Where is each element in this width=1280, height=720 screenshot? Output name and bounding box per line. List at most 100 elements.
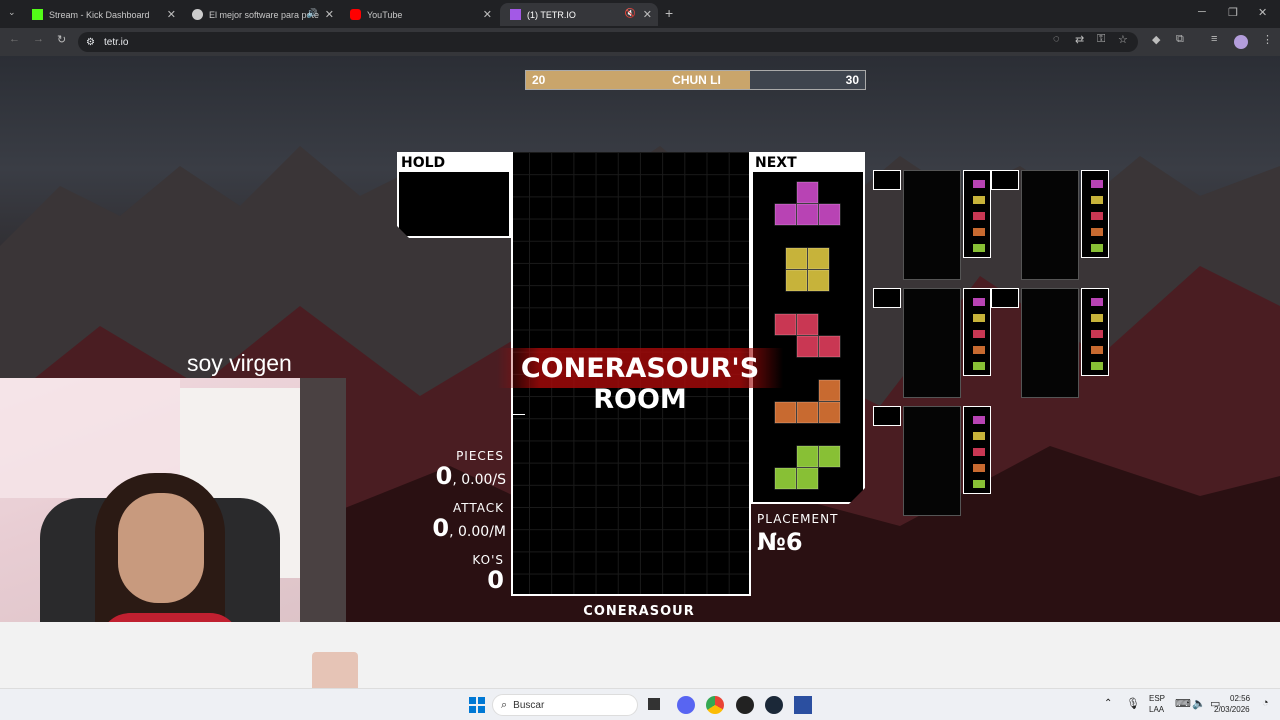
- network-icon[interactable]: ⌨: [1175, 697, 1191, 710]
- tab-title: YouTube: [367, 9, 403, 20]
- versus-opponent-name: CHUN LI: [672, 73, 721, 87]
- profile-avatar[interactable]: [1234, 35, 1248, 49]
- extension-diamond-icon[interactable]: ◆: [1152, 33, 1160, 46]
- youtube-icon: [350, 9, 361, 20]
- software-icon: [192, 9, 203, 20]
- key-icon[interactable]: ⚿: [1097, 33, 1105, 46]
- mino-block: [796, 445, 819, 468]
- opponent-next-piece: [1091, 196, 1103, 204]
- versus-bar: 20 CHUN LI 30: [525, 70, 866, 90]
- close-icon[interactable]: ✕: [483, 8, 492, 21]
- bookmark-star-icon[interactable]: ☆: [1118, 33, 1128, 46]
- mino-block: [818, 379, 841, 402]
- site-info-icon[interactable]: ⚙: [86, 37, 95, 48]
- close-icon[interactable]: ✕: [643, 8, 652, 21]
- eye-off-icon[interactable]: ◌: [1053, 33, 1060, 45]
- language-bottom[interactable]: LAA: [1149, 705, 1164, 714]
- tab-kick[interactable]: Stream - Kick Dashboard ✕: [22, 3, 182, 26]
- clock-time[interactable]: 02:56: [1230, 694, 1250, 703]
- next-queue-panel: NEXT: [751, 152, 865, 504]
- mino-block: [774, 467, 797, 490]
- kos-value: 0: [487, 566, 504, 594]
- opponent-next-piece: [1091, 314, 1103, 322]
- versus-right-score: 30: [845, 73, 859, 87]
- minimize-button[interactable]: ─: [1198, 6, 1206, 18]
- restore-button[interactable]: ❐: [1228, 6, 1238, 19]
- task-view-icon[interactable]: [648, 698, 660, 710]
- windows-taskbar: ⌕ Buscar ⌃ 🎙 ESP LAA ⌨ 🔈 ▭ 02:56 2/03/20…: [0, 688, 1280, 720]
- chrome-icon[interactable]: [706, 696, 724, 714]
- notifications-icon[interactable]: ◔: [1262, 697, 1269, 709]
- opponent-next-piece: [973, 416, 985, 424]
- opponent-next-piece: [973, 432, 985, 440]
- mino-block: [796, 181, 819, 204]
- mino-block: [818, 445, 841, 468]
- close-icon[interactable]: ✕: [325, 8, 334, 21]
- app-icon[interactable]: [794, 696, 812, 714]
- new-tab-button[interactable]: +: [665, 5, 673, 21]
- browser-toolbar: ← → ↻ ⚙ tetr.io ◌ ⇄ ⚿ ☆ ◆ ⧉ ≡ ⋮: [0, 28, 1280, 56]
- next-label: NEXT: [753, 154, 863, 172]
- taskbar-search-input[interactable]: ⌕ Buscar: [492, 694, 638, 716]
- obs-icon[interactable]: [736, 696, 754, 714]
- tab-title: (1) TETR.IO: [527, 9, 576, 20]
- translate-icon[interactable]: ⇄: [1075, 33, 1084, 46]
- tab-tetrio[interactable]: (1) TETR.IO 🔇 ✕: [500, 3, 658, 26]
- tab-software[interactable]: El mejor software para pote 🔊 ✕: [182, 3, 340, 26]
- next-piece-o: [785, 247, 830, 292]
- mino-block: [807, 269, 830, 292]
- opponent-next-piece: [1091, 180, 1103, 188]
- next-piece-t: [774, 181, 841, 226]
- tray-chevron-icon[interactable]: ⌃: [1104, 698, 1112, 709]
- microphone-icon[interactable]: 🎙: [1126, 697, 1140, 710]
- back-icon[interactable]: ←: [9, 33, 20, 45]
- tetrio-icon: [510, 9, 521, 20]
- room-banner-text: CONERASOUR'S ROOM: [520, 353, 760, 415]
- speaker-icon[interactable]: 🔊: [307, 8, 318, 19]
- media-controls-icon[interactable]: ≡: [1211, 33, 1217, 45]
- discord-icon[interactable]: [677, 696, 695, 714]
- reload-icon[interactable]: ↻: [57, 33, 66, 46]
- mino-block: [774, 203, 797, 226]
- opponent-next-piece: [1091, 212, 1103, 220]
- mino-block: [807, 247, 830, 270]
- tab-search-chevron-icon[interactable]: ⌄: [8, 7, 16, 18]
- volume-icon[interactable]: 🔈: [1192, 697, 1206, 710]
- windows-start-icon[interactable]: [469, 697, 485, 713]
- opponent-next-piece: [973, 464, 985, 472]
- attack-stat: 0, 0.00/M: [400, 514, 506, 542]
- opponent-board: [903, 170, 961, 280]
- attack-label: ATTACK: [452, 501, 504, 515]
- opponent-next-piece: [1091, 362, 1103, 370]
- pieces-rate: , 0.00/S: [452, 472, 506, 488]
- hold-label: HOLD: [399, 154, 509, 172]
- menu-kebab-icon[interactable]: ⋮: [1262, 33, 1273, 46]
- address-bar[interactable]: ⚙ tetr.io: [78, 32, 1138, 52]
- opponent-next-piece: [973, 180, 985, 188]
- opponent-board: [903, 406, 961, 516]
- kos-label: KO'S: [472, 553, 504, 567]
- close-icon[interactable]: ✕: [167, 8, 176, 21]
- mino-block: [796, 313, 819, 336]
- opponent-hold: [873, 170, 901, 190]
- mino-block: [818, 203, 841, 226]
- tab-youtube[interactable]: YouTube ✕: [340, 3, 498, 26]
- language-top[interactable]: ESP: [1149, 694, 1165, 703]
- opponent-board: [1021, 170, 1079, 280]
- opponent-next-piece: [973, 196, 985, 204]
- opponent-next-piece: [973, 228, 985, 236]
- address-url: tetr.io: [104, 36, 129, 48]
- next-queue-pieces: [774, 181, 841, 490]
- mino-block: [818, 401, 841, 424]
- muted-speaker-icon[interactable]: 🔇: [625, 8, 636, 19]
- extensions-icon[interactable]: ⧉: [1176, 33, 1184, 46]
- opponent-hold: [991, 288, 1019, 308]
- window-close-button[interactable]: ✕: [1258, 6, 1267, 19]
- opponent-next-piece: [1091, 330, 1103, 338]
- steam-icon[interactable]: [765, 696, 783, 714]
- opponent-next-piece: [973, 330, 985, 338]
- forward-icon[interactable]: →: [33, 33, 44, 45]
- clock-date[interactable]: 2/03/2026: [1214, 705, 1250, 714]
- hold-panel: HOLD: [397, 152, 511, 238]
- attack-value: 0: [432, 514, 450, 542]
